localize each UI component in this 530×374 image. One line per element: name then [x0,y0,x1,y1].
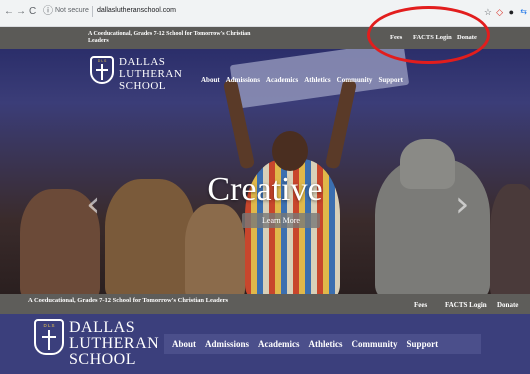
fees-link[interactable]: Fees [414,301,427,309]
school-name-line: LUTHERAN [69,335,160,352]
nav-item-admissions[interactable]: Admissions [205,339,249,349]
main-nav: About Admissions Academics Athletics Com… [172,339,438,349]
cross-icon [48,330,50,350]
nav-item-support[interactable]: Support [407,339,439,349]
donate-link[interactable]: Donate [497,301,518,309]
divider [92,6,93,17]
cross-icon [42,336,56,338]
nav-item-academics[interactable]: Academics [258,339,300,349]
nav-item-community[interactable]: Community [337,76,373,84]
nav-item-about[interactable]: About [201,76,220,84]
school-name[interactable]: DALLAS LUTHERAN SCHOOL [69,320,159,368]
school-crest-logo[interactable]: D L S [90,56,114,84]
main-nav: About Admissions Academics Athletics Com… [201,76,403,84]
school-name-line: DALLAS [119,56,166,68]
nav-item-academics[interactable]: Academics [266,76,298,84]
school-name[interactable]: DALLAS LUTHERAN SCHOOL [119,56,182,92]
extension-icon[interactable]: ⇆ [520,6,527,18]
learn-more-button[interactable]: Learn More [242,213,320,228]
sticky-utility-bar: A Coeducational, Grades 7-12 School for … [0,294,530,314]
info-icon[interactable]: ⓘ [43,6,53,18]
bookmark-star-icon[interactable]: ☆ [484,6,492,18]
hero-slider: D L S DALLAS LUTHERAN SCHOOL About Admis… [0,49,530,294]
nav-item-athletics[interactable]: Athletics [309,339,343,349]
school-name-line: LUTHERAN [119,68,183,80]
forward-icon[interactable]: → [16,6,26,18]
hero-headline: Creative [207,171,323,208]
reload-icon[interactable]: C [29,6,36,18]
cross-icon [101,64,103,80]
school-name-line: SCHOOL [119,80,167,92]
tagline: A Coeducational, Grades 7-12 School for … [88,31,251,44]
nav-item-about[interactable]: About [172,339,196,349]
school-name-line: DALLAS [69,319,136,336]
nav-item-support[interactable]: Support [378,76,403,84]
school-name-line: SCHOOL [69,351,137,368]
nav-item-admissions[interactable]: Admissions [226,76,260,84]
security-status: Not secure [55,7,89,14]
sticky-header: D L S DALLAS LUTHERAN SCHOOL About Admis… [0,314,530,374]
highlight-annotation-circle [367,6,490,64]
crest-letters: D L S [97,59,107,63]
back-icon[interactable]: ← [4,6,14,18]
crest-letters: D L S [43,323,55,328]
hero-photo-figure [272,131,308,171]
cross-icon [96,69,108,71]
address-bar[interactable]: dallaslutheranschool.com [97,7,176,14]
hero-photo-figure [185,204,245,294]
school-crest-logo[interactable]: D L S [34,319,64,355]
facts-login-link[interactable]: FACTS Login [445,301,487,309]
tagline: A Coeducational, Grades 7-12 School for … [28,297,229,304]
extension-icon[interactable]: ● [509,6,514,18]
nav-item-athletics[interactable]: Athletics [304,76,330,84]
nav-item-community[interactable]: Community [352,339,398,349]
extension-icon[interactable]: ◇ [496,6,503,18]
